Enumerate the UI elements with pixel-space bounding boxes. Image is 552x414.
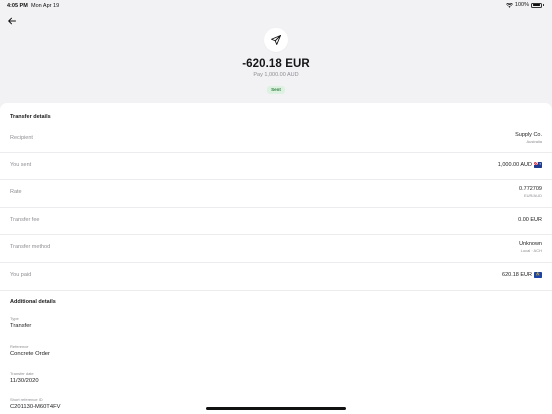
au-flag-icon bbox=[534, 162, 542, 168]
detail-subvalue: EUR/AUD bbox=[523, 193, 542, 198]
transfer-details-title: Transfer details bbox=[10, 114, 51, 120]
divider bbox=[0, 207, 552, 208]
back-button[interactable] bbox=[6, 14, 18, 26]
detail-value: 0.00 EUR bbox=[518, 217, 542, 223]
divider bbox=[0, 179, 552, 180]
detail-subvalue: Local · ACH bbox=[520, 248, 542, 253]
details-sheet: Transfer details Recipient Supply Co. Au… bbox=[0, 103, 552, 414]
detail-row-you-paid: You paid 620.18 EUR bbox=[0, 264, 552, 286]
detail-value: Unknown bbox=[519, 241, 542, 247]
status-date: Mon Apr 19 bbox=[31, 3, 60, 9]
transaction-summary: -620.18 EUR Pay 1,000.00 AUD Sent bbox=[0, 28, 552, 96]
detail-value-group: 1,000.00 AUD bbox=[498, 162, 542, 168]
divider bbox=[0, 262, 552, 263]
additional-label: Transfer date bbox=[10, 371, 34, 376]
detail-row-rate: Rate 0.772709 EUR/AUD bbox=[0, 181, 552, 203]
divider bbox=[0, 290, 552, 291]
status-time: 4:05 PM bbox=[7, 3, 28, 9]
additional-value: Transfer bbox=[10, 323, 32, 329]
detail-subvalue: Australia bbox=[526, 139, 542, 144]
detail-label: You sent bbox=[10, 162, 32, 168]
additional-label: Type bbox=[10, 316, 19, 321]
additional-value: 11/30/2020 bbox=[10, 378, 39, 384]
detail-row-transfer-fee: Transfer fee 0.00 EUR bbox=[0, 209, 552, 231]
additional-item-type: Type Transfer bbox=[10, 316, 31, 329]
battery-cap bbox=[543, 4, 544, 6]
additional-item-transfer-date: Transfer date 11/30/2020 bbox=[10, 371, 39, 384]
battery-percent: 100% bbox=[514, 2, 529, 8]
detail-value-group: 620.18 EUR bbox=[502, 272, 542, 278]
additional-value: C201130-M60T4FV bbox=[10, 404, 61, 410]
divider bbox=[0, 234, 552, 235]
additional-label: Reference bbox=[10, 344, 29, 349]
transaction-amount: -620.18 EUR bbox=[242, 58, 310, 70]
paper-plane-icon bbox=[271, 35, 281, 45]
divider bbox=[0, 152, 552, 153]
detail-label: Rate bbox=[10, 189, 22, 195]
detail-row-transfer-method: Transfer method Unknown Local · ACH bbox=[0, 236, 552, 258]
additional-details-title: Additional details bbox=[10, 299, 56, 305]
additional-label: Short reference ID bbox=[10, 397, 43, 402]
status-badge: Sent bbox=[267, 85, 285, 94]
additional-value: Concrete Order bbox=[10, 351, 50, 357]
battery-icon bbox=[531, 2, 542, 8]
detail-row-you-sent: You sent 1,000.00 AUD bbox=[0, 154, 552, 176]
detail-value: 0.772709 bbox=[519, 186, 542, 192]
detail-row-recipient: Recipient Supply Co. Australia bbox=[0, 127, 552, 149]
eu-flag-icon bbox=[534, 272, 542, 278]
wifi-icon bbox=[505, 2, 513, 8]
detail-label: Transfer fee bbox=[10, 217, 40, 223]
additional-item-reference: Reference Concrete Order bbox=[10, 344, 50, 357]
home-indicator[interactable] bbox=[206, 407, 346, 410]
detail-value: Supply Co. bbox=[515, 132, 542, 138]
status-right: 100% bbox=[505, 2, 544, 8]
detail-value: 620.18 EUR bbox=[502, 272, 532, 278]
detail-value: 1,000.00 AUD bbox=[497, 162, 532, 168]
detail-label: Transfer method bbox=[10, 244, 51, 250]
status-bar: 4:05 PM Mon Apr 19 100% bbox=[0, 0, 552, 12]
additional-item-short-reference: Short reference ID C201130-M60T4FV bbox=[10, 397, 60, 410]
detail-label: Recipient bbox=[10, 135, 33, 141]
transfer-type-icon-badge bbox=[264, 28, 288, 52]
detail-label: You paid bbox=[10, 272, 32, 278]
transaction-source-amount: Pay 1,000.00 AUD bbox=[253, 72, 299, 78]
back-arrow-icon bbox=[8, 17, 16, 25]
